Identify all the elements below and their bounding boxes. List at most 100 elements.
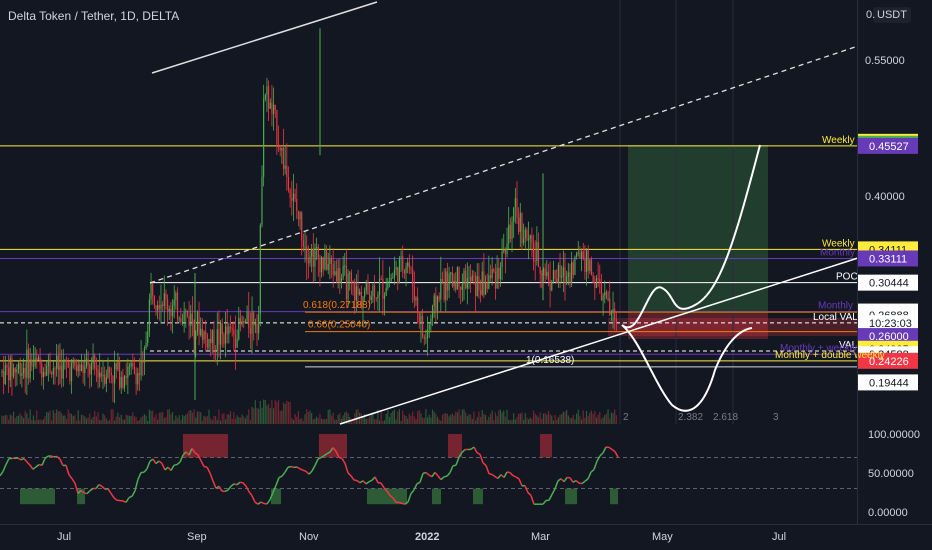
candle-body bbox=[3, 371, 5, 384]
volume-bar bbox=[605, 413, 607, 424]
volume-bar bbox=[167, 409, 169, 424]
candle-body bbox=[456, 267, 458, 290]
volume-bar bbox=[180, 420, 182, 424]
volume-bar bbox=[484, 415, 487, 424]
osc-line-segment bbox=[107, 488, 112, 494]
candle-body bbox=[461, 284, 463, 290]
volume-bar bbox=[585, 410, 588, 424]
candle-body bbox=[615, 319, 617, 322]
candle-body bbox=[523, 238, 525, 244]
candle-body bbox=[344, 265, 346, 267]
candle-body bbox=[423, 336, 425, 339]
volume-bar bbox=[514, 419, 516, 424]
volume-bar bbox=[410, 415, 412, 424]
volume-bar bbox=[393, 409, 396, 424]
volume-bar bbox=[206, 416, 208, 424]
candle-body bbox=[428, 324, 430, 330]
candle-body bbox=[147, 331, 149, 343]
candle-body bbox=[302, 240, 304, 247]
candle-body bbox=[569, 272, 571, 283]
volume-bar bbox=[287, 401, 290, 424]
candle-body bbox=[213, 330, 215, 350]
candle-body bbox=[173, 299, 175, 306]
osc-line-segment bbox=[209, 472, 214, 482]
volume-bar bbox=[592, 413, 594, 424]
volume-bar bbox=[160, 412, 162, 424]
price-chart[interactable]: 0.459750.457630.455270.341110.331110.304… bbox=[0, 0, 932, 550]
candle-body bbox=[299, 212, 301, 220]
volume-bar bbox=[162, 411, 164, 424]
volume-bar bbox=[436, 416, 439, 424]
candle-body bbox=[183, 311, 185, 322]
candle-body bbox=[385, 288, 387, 296]
volume-bar bbox=[87, 417, 89, 424]
volume-bar bbox=[292, 419, 295, 424]
volume-bar bbox=[102, 413, 104, 424]
candle-body bbox=[61, 365, 63, 379]
volume-bar bbox=[397, 411, 399, 424]
volume-bar bbox=[590, 410, 593, 424]
target-zone bbox=[628, 145, 768, 313]
volume-bar bbox=[51, 420, 53, 424]
volume-bar bbox=[602, 417, 604, 424]
candle-body bbox=[417, 297, 419, 313]
candle-body bbox=[17, 362, 20, 370]
candle-body bbox=[150, 281, 152, 300]
volume-bar bbox=[34, 420, 36, 424]
candle-body bbox=[216, 329, 218, 351]
osc-line-segment bbox=[56, 455, 61, 460]
volume-bar bbox=[266, 405, 268, 424]
volume-bar bbox=[309, 410, 311, 424]
candle-body bbox=[369, 294, 371, 300]
candle-body bbox=[580, 251, 583, 259]
candle-body bbox=[430, 318, 432, 325]
volume-bar bbox=[597, 414, 599, 424]
candle-body bbox=[451, 272, 453, 287]
volume-bar bbox=[564, 411, 566, 424]
candle-body bbox=[374, 285, 376, 299]
candle-body bbox=[567, 272, 569, 277]
time-axis-separator bbox=[0, 524, 932, 525]
volume-bar bbox=[248, 409, 250, 424]
volume-bar bbox=[21, 415, 23, 424]
osc-line-segment bbox=[32, 466, 37, 470]
osc-line-segment bbox=[356, 480, 361, 484]
volume-bar bbox=[580, 419, 583, 424]
candle-body bbox=[294, 193, 296, 199]
candle-body bbox=[158, 305, 160, 309]
volume-bar bbox=[90, 419, 92, 424]
volume-bar bbox=[183, 416, 185, 424]
candle-body bbox=[415, 297, 417, 301]
volume-bar bbox=[599, 412, 601, 424]
volume-bar bbox=[413, 416, 415, 424]
candle-body bbox=[62, 361, 64, 379]
volume-bar bbox=[251, 406, 253, 424]
candle-body bbox=[133, 366, 136, 374]
candle-body bbox=[215, 349, 217, 351]
candle-body bbox=[532, 243, 535, 261]
candle-body bbox=[128, 366, 131, 368]
volume-bar bbox=[16, 416, 18, 424]
x-tick-label-6: Jul bbox=[772, 531, 786, 543]
osc-line-segment bbox=[515, 476, 520, 480]
candle-body bbox=[448, 274, 450, 291]
volume-bar bbox=[579, 415, 581, 424]
osc-line-segment bbox=[275, 477, 280, 486]
volume-bar bbox=[521, 412, 523, 424]
volume-bar bbox=[19, 413, 21, 424]
candle-body bbox=[322, 257, 324, 269]
candle-body bbox=[208, 338, 210, 348]
candle-body bbox=[59, 365, 61, 371]
volume-bar bbox=[537, 417, 540, 424]
volume-bar bbox=[574, 419, 576, 424]
volume-bar bbox=[330, 415, 333, 424]
osc-line-segment bbox=[419, 473, 424, 483]
candle-body bbox=[42, 371, 44, 378]
osc-line-segment bbox=[482, 462, 487, 467]
volume-bar bbox=[503, 410, 505, 424]
level-label-4: Monthly bbox=[818, 301, 853, 312]
volume-bar bbox=[392, 410, 394, 424]
price-tag-text-13: 0.19444 bbox=[869, 377, 909, 389]
volume-bar bbox=[488, 416, 490, 424]
osc-line-segment bbox=[485, 465, 490, 474]
